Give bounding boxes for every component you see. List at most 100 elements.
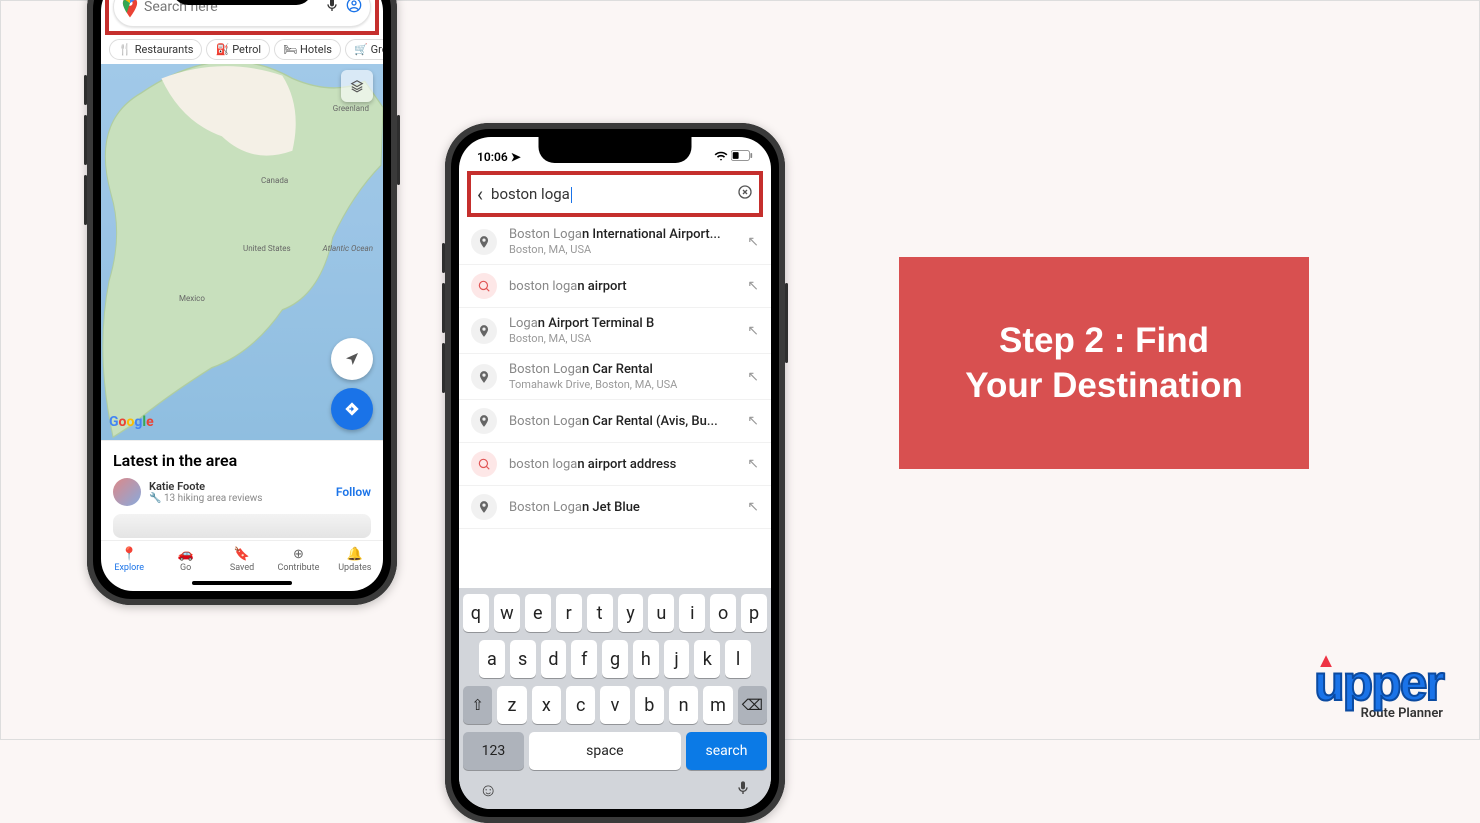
key-l[interactable]: l (725, 640, 751, 678)
post-thumbnail[interactable] (113, 514, 371, 538)
key-u[interactable]: u (648, 594, 674, 632)
car-icon: 🚗 (177, 547, 195, 561)
volume-up (84, 115, 87, 165)
phone-1-frame: Search here 🍴Restaurants ⛽Petrol 🛏Hotels… (87, 0, 397, 605)
keyboard-row-3: ⇧ zxcvbnm ⌫ (463, 686, 767, 724)
directions-button[interactable] (331, 388, 373, 430)
key-t[interactable]: t (587, 594, 613, 632)
key-s[interactable]: s (510, 640, 536, 678)
suggestion-text: Logan Airport Terminal BBoston, MA, USA (509, 316, 735, 345)
suggestion-item[interactable]: boston logan airport ↖ (459, 265, 771, 308)
key-w[interactable]: w (494, 594, 520, 632)
insert-arrow-icon[interactable]: ↖ (747, 456, 759, 472)
insert-arrow-icon[interactable]: ↖ (747, 323, 759, 339)
nav-updates[interactable]: 🔔Updates (327, 547, 383, 573)
key-m[interactable]: m (703, 686, 732, 724)
key-b[interactable]: b (635, 686, 664, 724)
back-icon[interactable]: ‹ (477, 182, 483, 206)
numbers-key[interactable]: 123 (463, 732, 524, 770)
brand-logo: upper (1314, 654, 1443, 712)
pin-icon: 📍 (120, 547, 138, 561)
emoji-icon[interactable]: ☺ (479, 780, 497, 801)
space-key[interactable]: space (529, 732, 681, 770)
chip-petrol[interactable]: ⛽Petrol (206, 39, 270, 60)
insert-arrow-icon[interactable]: ↖ (747, 234, 759, 250)
follow-button[interactable]: Follow (336, 485, 371, 499)
suggestion-item[interactable]: Boston Logan International Airport...Bos… (459, 219, 771, 265)
key-o[interactable]: o (710, 594, 736, 632)
clear-icon[interactable] (737, 184, 753, 204)
pin-icon (471, 229, 497, 255)
key-e[interactable]: e (525, 594, 551, 632)
phone-1-screen: Search here 🍴Restaurants ⛽Petrol 🛏Hotels… (101, 0, 383, 591)
suggestion-text: boston logan airport address (509, 457, 735, 472)
key-d[interactable]: d (541, 640, 567, 678)
suggestion-item[interactable]: Boston Logan Car RentalTomahawk Drive, B… (459, 354, 771, 400)
chip-hotels[interactable]: 🛏Hotels (274, 39, 341, 60)
nav-saved[interactable]: 🔖Saved (214, 547, 270, 573)
location-arrow-icon: ➤ (511, 150, 521, 164)
google-maps-pin-icon (122, 0, 138, 18)
suggestion-text: Boston Logan Car RentalTomahawk Drive, B… (509, 362, 735, 391)
insert-arrow-icon[interactable]: ↖ (747, 369, 759, 385)
chip-groceries[interactable]: 🛒Gro (345, 39, 383, 60)
backspace-key[interactable]: ⌫ (738, 686, 767, 724)
key-h[interactable]: h (633, 640, 659, 678)
keyboard-row-1: qwertyuiop (463, 594, 767, 632)
key-v[interactable]: v (600, 686, 629, 724)
search-field[interactable]: ‹ boston loga (471, 175, 759, 213)
key-j[interactable]: j (664, 640, 690, 678)
user-card[interactable]: Katie Foote 🔧 13 hiking area reviews Fol… (113, 478, 371, 506)
search-query: boston loga (491, 185, 729, 203)
nav-explore[interactable]: 📍Explore (101, 547, 157, 573)
key-n[interactable]: n (669, 686, 698, 724)
key-x[interactable]: x (532, 686, 561, 724)
key-q[interactable]: q (463, 594, 489, 632)
key-f[interactable]: f (571, 640, 597, 678)
google-logo: Google (109, 414, 154, 430)
shift-key[interactable]: ⇧ (463, 686, 492, 724)
suggestion-text: Boston Logan Jet Blue (509, 500, 735, 515)
key-c[interactable]: c (566, 686, 595, 724)
battery-icon (731, 150, 753, 164)
key-z[interactable]: z (497, 686, 526, 724)
notch (172, 0, 312, 5)
status-time: 10:06 ➤ (477, 150, 521, 164)
suggestion-item[interactable]: boston logan airport address ↖ (459, 443, 771, 486)
key-r[interactable]: r (556, 594, 582, 632)
category-chips: 🍴Restaurants ⛽Petrol 🛏Hotels 🛒Gro (101, 35, 383, 64)
bottom-sheet: Latest in the area Katie Foote 🔧 13 hiki… (101, 440, 383, 540)
search-icon (471, 451, 497, 477)
suggestion-text: Boston Logan International Airport...Bos… (509, 227, 735, 256)
search-key[interactable]: search (686, 732, 767, 770)
key-k[interactable]: k (694, 640, 720, 678)
plus-circle-icon: ⊕ (289, 547, 307, 561)
chip-restaurants[interactable]: 🍴Restaurants (109, 39, 202, 60)
home-indicator[interactable] (192, 581, 292, 585)
suggestion-text: boston logan airport (509, 279, 735, 294)
key-p[interactable]: p (741, 594, 767, 632)
key-y[interactable]: y (618, 594, 644, 632)
bell-icon: 🔔 (346, 547, 364, 561)
nav-go[interactable]: 🚗Go (157, 547, 213, 573)
avatar (113, 478, 141, 506)
insert-arrow-icon[interactable]: ↖ (747, 278, 759, 294)
map-view[interactable]: Greenland Canada United States Mexico At… (101, 64, 383, 440)
nav-contribute[interactable]: ⊕Contribute (270, 547, 326, 573)
volume-up (442, 283, 445, 333)
key-a[interactable]: a (479, 640, 505, 678)
suggestion-item[interactable]: Boston Logan Jet Blue ↖ (459, 486, 771, 529)
suggestion-item[interactable]: Boston Logan Car Rental (Avis, Bu...↖ (459, 400, 771, 443)
phone-2-frame: 10:06 ➤ ‹ boston loga Boston Logan Inter… (445, 123, 785, 823)
dictation-icon[interactable] (735, 780, 751, 801)
mic-icon[interactable] (324, 0, 340, 17)
insert-arrow-icon[interactable]: ↖ (747, 499, 759, 515)
key-g[interactable]: g (602, 640, 628, 678)
map-label-us: United States (243, 244, 291, 253)
layers-button[interactable] (341, 70, 373, 102)
locate-button[interactable] (331, 338, 373, 380)
profile-icon[interactable] (346, 0, 362, 17)
insert-arrow-icon[interactable]: ↖ (747, 413, 759, 429)
suggestion-item[interactable]: Logan Airport Terminal BBoston, MA, USA ↖ (459, 308, 771, 354)
key-i[interactable]: i (679, 594, 705, 632)
